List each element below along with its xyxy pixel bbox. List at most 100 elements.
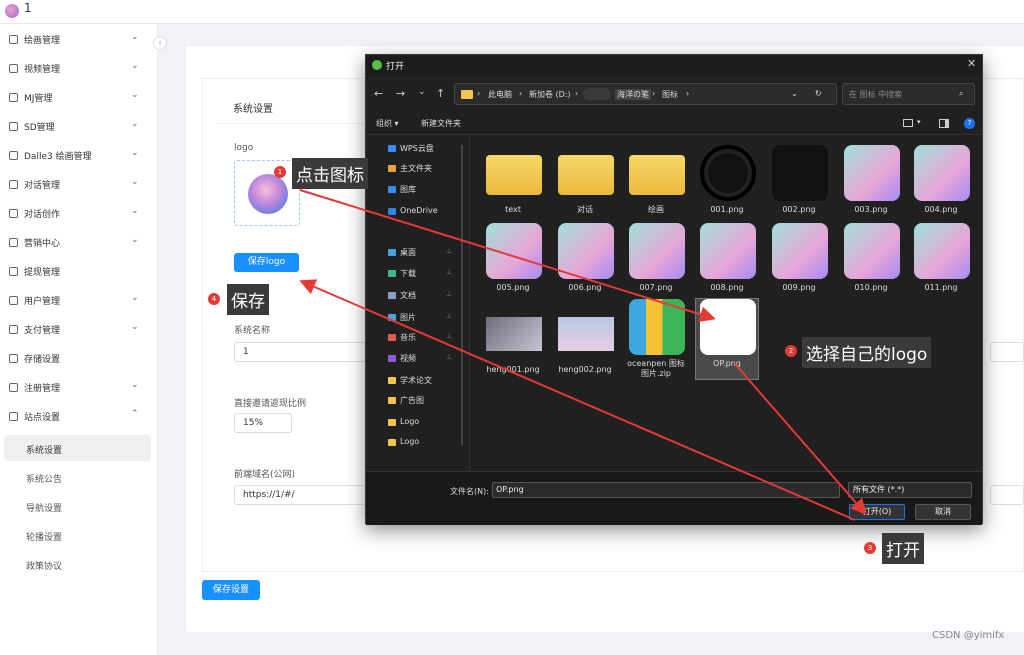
file-item[interactable]: 001.png xyxy=(696,145,758,225)
nav-item[interactable]: OneDrive xyxy=(386,206,438,215)
nav-item-label: 广告图 xyxy=(400,396,424,405)
file-item[interactable]: 对话 xyxy=(554,145,616,225)
nav-item-label: 图库 xyxy=(400,185,416,194)
sidebar-item[interactable]: 站点设置 ⌃ xyxy=(0,403,158,432)
sidebar-item[interactable]: Dalle3 绘画管理 ⌄ xyxy=(0,142,158,171)
file-item[interactable]: 008.png xyxy=(696,223,758,303)
sidebar-item[interactable]: 对话管理 ⌄ xyxy=(0,171,158,200)
sidebar-subitem[interactable]: 轮播设置 xyxy=(4,522,151,548)
nav-item[interactable]: Logo xyxy=(386,417,419,426)
cancel-button[interactable]: 取消 xyxy=(915,504,971,520)
collapse-sidebar-button[interactable]: ‹ xyxy=(153,36,167,50)
nav-item[interactable]: 音乐 xyxy=(386,332,416,343)
chevron-icon: ⌄ xyxy=(131,32,139,42)
file-item[interactable]: heng002.png xyxy=(554,299,616,379)
file-item[interactable]: 004.png xyxy=(910,145,972,225)
sidebar-item[interactable]: SD管理 ⌄ xyxy=(0,113,158,142)
file-item[interactable]: heng001.png xyxy=(482,299,544,379)
view-chevron-icon[interactable]: ▾ xyxy=(917,118,921,126)
file-item[interactable]: 003.png xyxy=(840,145,902,225)
file-item[interactable]: oceanpen 图标图片.zip xyxy=(625,299,687,379)
new-folder-button[interactable]: 新建文件夹 xyxy=(421,118,461,129)
forward-arrow-icon[interactable]: → xyxy=(396,87,405,100)
logo-upload[interactable] xyxy=(234,160,300,226)
nav-scrollbar[interactable] xyxy=(461,145,463,445)
chevron-icon: ⌃ xyxy=(131,409,139,419)
sidebar-item[interactable]: 存储设置 xyxy=(0,345,158,374)
file-item[interactable]: OP.png xyxy=(695,298,759,380)
filename-input[interactable]: OP.png xyxy=(492,482,840,498)
nav-item[interactable]: Logo xyxy=(386,437,419,446)
nav-item[interactable]: 学术论文 xyxy=(386,375,432,386)
breadcrumb-folder[interactable]: 海洋の笔 xyxy=(615,89,651,100)
refresh-icon[interactable]: ↻ xyxy=(815,89,822,98)
sidebar-item[interactable]: 对话创作 ⌄ xyxy=(0,200,158,229)
sidebar-subitem[interactable]: 系统公告 xyxy=(4,464,151,490)
nav-item[interactable]: 视频 xyxy=(386,353,416,364)
system-name-input[interactable]: 1 xyxy=(234,342,366,362)
search-input[interactable]: 在 图标 中搜索 ⌕ xyxy=(842,83,975,105)
invite-ratio-input[interactable]: 15% xyxy=(234,413,292,433)
nav-item[interactable]: 主文件夹 xyxy=(386,163,432,174)
folder-icon xyxy=(388,334,396,341)
file-item[interactable]: 绘画 xyxy=(625,145,687,225)
close-icon[interactable]: ✕ xyxy=(967,57,976,70)
filetype-select[interactable]: 所有文件 (*.*) xyxy=(848,482,972,498)
address-bar[interactable]: › 此电脑 › 新加卷 (D:) › 海洋の笔 › 图标 › ⌄ ↻ xyxy=(454,83,837,105)
sidebar-item[interactable]: 视频管理 ⌄ xyxy=(0,55,158,84)
help-icon[interactable]: ? xyxy=(964,118,975,129)
file-item[interactable]: 006.png xyxy=(554,223,616,303)
nav-item[interactable]: 桌面 xyxy=(386,247,416,258)
nav-item[interactable]: 图库 xyxy=(386,184,416,195)
breadcrumb-current[interactable]: 图标 xyxy=(662,89,678,100)
open-button[interactable]: 打开(O) xyxy=(849,504,905,520)
breadcrumb-drive[interactable]: 新加卷 (D:) xyxy=(529,89,571,100)
file-item[interactable]: 002.png xyxy=(768,145,830,225)
history-chevron-icon[interactable]: ⌄ xyxy=(791,89,798,98)
view-icon[interactable] xyxy=(903,119,913,127)
file-thumbnail xyxy=(700,223,756,279)
sidebar-item[interactable]: 营销中心 ⌄ xyxy=(0,229,158,258)
sidebar-subitem[interactable]: 导航设置 xyxy=(4,493,151,519)
annotation-badge-4: 4 xyxy=(208,293,220,305)
nav-item[interactable]: 下载 xyxy=(386,268,416,279)
sidebar-subitem[interactable]: 系统设置 xyxy=(4,435,151,461)
file-item[interactable]: text xyxy=(482,145,544,225)
save-settings-button[interactable]: 保存设置 xyxy=(202,580,260,600)
back-arrow-icon[interactable]: ← xyxy=(374,87,383,100)
navigation-pane: WPS云盘 主文件夹 图库 OneDrive 桌面 ⊥ 下载 ⊥ 文档 ⊥ 图片 ⊥ 音乐 ⊥ 视频 ⊥ 学术论… xyxy=(366,135,470,471)
watermark: CSDN @yimifx xyxy=(932,630,1005,641)
nav-item[interactable]: 广告图 xyxy=(386,395,424,406)
file-item[interactable]: 007.png xyxy=(625,223,687,303)
recent-chevron-icon[interactable]: ⌄ xyxy=(418,87,426,97)
file-item[interactable]: 005.png xyxy=(482,223,544,303)
file-item[interactable]: 009.png xyxy=(768,223,830,303)
file-item[interactable]: 011.png xyxy=(910,223,972,303)
file-item[interactable]: 010.png xyxy=(840,223,902,303)
file-thumbnail xyxy=(914,145,970,201)
nav-item[interactable]: 文档 xyxy=(386,290,416,301)
organize-menu[interactable]: 组织 ▾ xyxy=(376,118,399,129)
dialog-title: 打开 xyxy=(386,62,405,72)
nav-item[interactable]: WPS云盘 xyxy=(386,143,434,154)
file-name: 对话 xyxy=(577,205,593,214)
domain-input[interactable]: https://1/#/ xyxy=(234,485,366,505)
sidebar-item[interactable]: 用户管理 ⌄ xyxy=(0,287,158,316)
sidebar-item[interactable]: 支付管理 ⌄ xyxy=(0,316,158,345)
file-thumbnail xyxy=(844,145,900,201)
save-logo-button[interactable]: 保存logo xyxy=(234,253,299,272)
sidebar-item[interactable]: 绘画管理 ⌄ xyxy=(0,26,158,55)
breadcrumb-this-pc[interactable]: 此电脑 xyxy=(488,89,512,100)
file-thumbnail xyxy=(772,145,828,201)
sidebar-item[interactable]: 注册管理 ⌄ xyxy=(0,374,158,403)
sidebar-item[interactable]: MJ管理 ⌄ xyxy=(0,84,158,113)
sidebar-subitem[interactable]: 政策协议 xyxy=(4,551,151,577)
preview-pane-icon[interactable] xyxy=(939,119,949,128)
sidebar: 绘画管理 ⌄ 视频管理 ⌄ MJ管理 ⌄ SD管理 ⌄ Dalle3 绘画管理 ⌄ 对话管理 ⌄ 对话创… xyxy=(0,24,158,655)
sidebar-item[interactable]: 提现管理 xyxy=(0,258,158,287)
sidebar-subitem-label: 系统公告 xyxy=(26,475,63,485)
file-name: 010.png xyxy=(854,283,888,292)
up-arrow-icon[interactable]: ↑ xyxy=(436,87,445,100)
file-thumbnail xyxy=(486,155,542,195)
nav-item[interactable]: 图片 xyxy=(386,312,416,323)
